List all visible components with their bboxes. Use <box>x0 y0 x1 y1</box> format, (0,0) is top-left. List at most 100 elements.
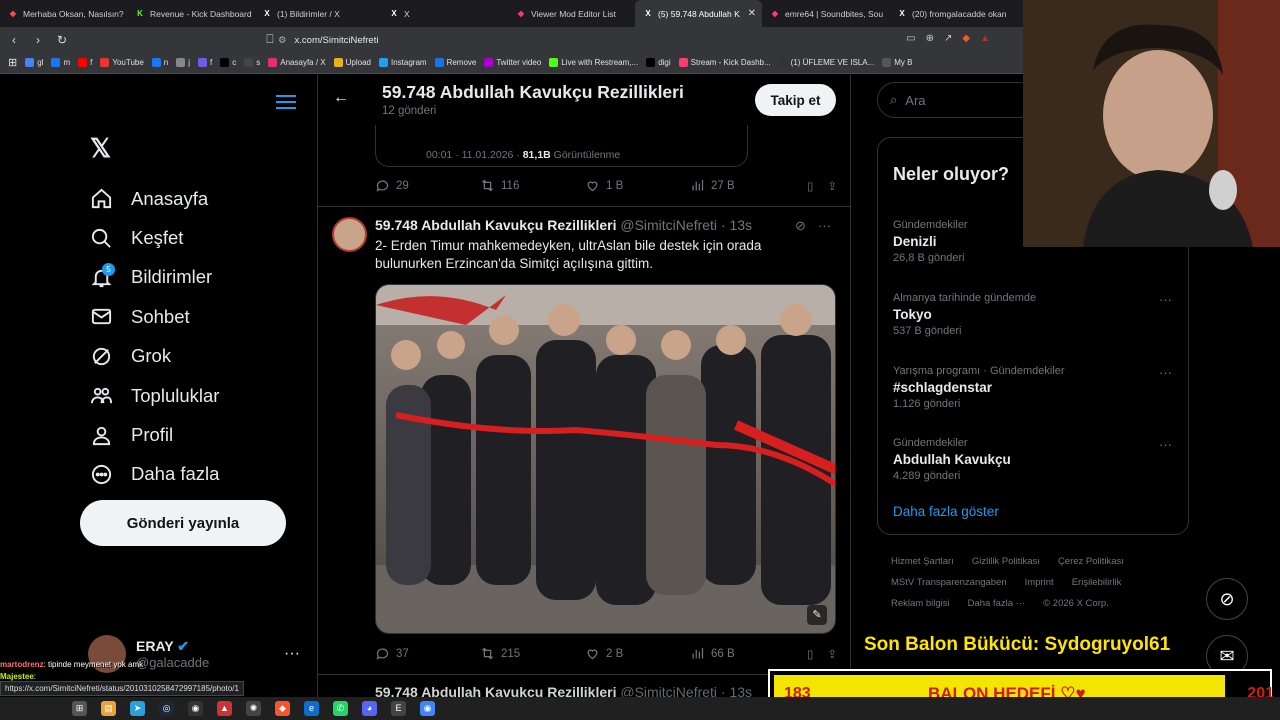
bookmark-item[interactable]: Anasayfa / X <box>268 58 326 67</box>
files-icon[interactable]: ▤ <box>101 701 116 716</box>
browser-tab[interactable]: X (5) 59.748 Abdullah K ✕ <box>635 0 762 27</box>
bookmark-item[interactable]: m <box>51 58 70 67</box>
red-app-icon[interactable]: ▲ <box>217 701 232 716</box>
reply-button[interactable]: 37 <box>375 646 480 661</box>
obs-icon[interactable]: ◉ <box>188 701 203 716</box>
bookmark-icon[interactable]: ⎕ <box>260 32 280 47</box>
footer-link[interactable]: Çerez Politikası <box>1058 556 1124 567</box>
footer-link[interactable]: Daha fazla ··· <box>968 598 1026 609</box>
brave-icon[interactable]: ◆ <box>275 701 290 716</box>
tweet-avatar[interactable] <box>332 217 367 252</box>
footer-link[interactable]: Gizlilik Politikası <box>972 556 1040 567</box>
site-info-icon[interactable]: ⚙ <box>278 35 287 46</box>
bookmark-item[interactable]: YouTube <box>100 58 144 67</box>
browser-tab[interactable]: ◆ Merhaba Oksan, Nasılsın? <box>0 0 127 27</box>
browser-tab[interactable]: X (20) fromgalacadde okan <box>889 0 1016 27</box>
x-logo-icon[interactable]: 𝕏 <box>90 133 111 164</box>
sidebar-item-topluluklar[interactable]: Topluluklar <box>90 376 219 415</box>
show-more-link[interactable]: Daha fazla göster <box>893 504 999 519</box>
repost-button[interactable]: 215 <box>480 646 585 661</box>
sidebar-item-anasayfa[interactable]: Anasayfa <box>90 179 219 218</box>
footer-link[interactable]: Reklam bilgisi <box>891 598 950 609</box>
trend-more-icon[interactable]: ··· <box>1159 437 1172 452</box>
sidebar-item-dahafazla[interactable]: Daha fazla <box>90 455 219 494</box>
bookmark-item[interactable]: gl <box>25 58 43 67</box>
repost-button[interactable]: 116 <box>480 178 585 193</box>
menu-hamburger-icon[interactable] <box>276 95 296 113</box>
cast-icon[interactable]: ▭ <box>906 33 915 44</box>
apps-grid-icon[interactable]: ⊞ <box>8 56 17 69</box>
previous-media-card[interactable]: 00:01 · 11.01.2026 · 81,1B Görüntülenme <box>375 125 748 167</box>
telegram-icon[interactable]: ➤ <box>130 701 145 716</box>
bookmark-item[interactable]: s <box>244 58 260 67</box>
grok-float-icon[interactable]: ⊘ <box>1206 578 1248 620</box>
trend-item[interactable]: Almanya tarihinde gündemde Tokyo 537 B gön… <box>893 292 1178 337</box>
sidebar-item-profil[interactable]: Profil <box>90 415 219 454</box>
trend-item[interactable]: Gündemdekiler Abdullah Kavukçu 4.289 gönde… <box>893 437 1178 482</box>
steam-icon[interactable]: ◎ <box>159 701 174 716</box>
account-more-icon[interactable]: ··· <box>284 645 300 663</box>
url-field[interactable]: ⚙ x.com/SimitciNefreti <box>278 31 998 49</box>
bookmark-item[interactable]: Live with Restream,... <box>549 58 638 67</box>
sidebar-item-bildirimler[interactable]: 5 Bildirimler <box>90 258 219 297</box>
search-input[interactable]: ⌕ Ara <box>877 82 1037 118</box>
like-button[interactable]: 1 B <box>585 178 690 193</box>
post-button[interactable]: Gönderi yayınla <box>80 500 286 546</box>
tweet-more-icon[interactable]: ··· <box>818 218 831 234</box>
sidebar-item-sohbet[interactable]: Sohbet <box>90 297 219 336</box>
whatsapp-icon[interactable]: ✆ <box>333 701 348 716</box>
browser-tab[interactable]: X (1) Bildirimler / X <box>254 0 381 27</box>
browser-tab[interactable]: XX <box>381 0 508 27</box>
reload-icon[interactable]: ↻ <box>52 33 72 47</box>
bookmark-item[interactable]: Upload <box>333 58 371 67</box>
tweet-author[interactable]: 59.748 Abdullah Kavukçu Rezillikleri @Si… <box>375 217 752 233</box>
brave-shield-icon[interactable]: ◆ <box>962 33 970 44</box>
share-tweet-icon[interactable]: ⇪ <box>827 647 837 661</box>
browser-tab[interactable]: K Revenue - Kick Dashboard <box>127 0 254 27</box>
bookmark-item[interactable]: Twitter video <box>484 58 541 67</box>
browser-tab[interactable]: ◆ emre64 | Soundbites, Sou <box>762 0 889 27</box>
bookmark-item[interactable]: c <box>220 58 236 67</box>
bookmark-item[interactable]: Remove <box>434 58 476 67</box>
footer-link[interactable]: Hizmet Şartları <box>891 556 954 567</box>
bookmark-item[interactable]: (1) ÜFLEME VE ISLA... <box>778 58 874 67</box>
sidebar-item-grok[interactable]: Grok <box>90 337 219 376</box>
like-button[interactable]: 2 B <box>585 646 690 661</box>
start-icon[interactable]: ⊞ <box>72 701 87 716</box>
bookmark-item[interactable]: n <box>151 58 168 67</box>
bookmark-item[interactable]: f <box>78 58 92 67</box>
tweet-photo[interactable]: ✎ <box>375 284 836 634</box>
share-tweet-icon[interactable]: ⇪ <box>827 179 837 193</box>
reply-button[interactable]: 29 <box>375 178 480 193</box>
footer-link[interactable]: © 2026 X Corp. <box>1043 598 1109 609</box>
discord-icon[interactable]: ◕ <box>362 701 377 716</box>
back-nav-icon[interactable]: ‹ <box>4 33 24 47</box>
bookmark-item[interactable]: digi <box>646 58 671 67</box>
forward-nav-icon[interactable]: › <box>28 33 48 47</box>
back-arrow-icon[interactable]: ← <box>333 89 349 107</box>
bookmark-item[interactable]: Instagram <box>378 58 427 67</box>
grok-explain-icon[interactable]: ⊘ <box>795 218 806 234</box>
trend-item[interactable]: Yarışma programı · Gündemdekiler #schlagd… <box>893 365 1178 410</box>
trend-more-icon[interactable]: ··· <box>1159 365 1172 380</box>
bookmark-item[interactable]: Stream - Kick Dashb... <box>678 58 771 67</box>
trend-more-icon[interactable]: ··· <box>1159 292 1172 307</box>
chrome-icon[interactable]: ◉ <box>420 701 435 716</box>
views-button[interactable]: 66 B <box>690 646 795 661</box>
footer-link[interactable]: Imprint <box>1025 577 1054 588</box>
bookmark-tweet-icon[interactable]: ▯ <box>807 179 813 193</box>
browser-tab[interactable]: ◆ Viewer Mod Editor List <box>508 0 635 27</box>
bookmark-item[interactable]: f <box>198 58 212 67</box>
epic-icon[interactable]: E <box>391 701 406 716</box>
photo-edit-icon[interactable]: ✎ <box>807 605 827 625</box>
zoom-icon[interactable]: ⊕ <box>926 33 934 44</box>
bookmark-item[interactable]: My B <box>882 58 912 67</box>
sidebar-item-keşfet[interactable]: Keşfet <box>90 218 219 257</box>
share-icon[interactable]: ↗ <box>944 33 952 44</box>
bookmark-item[interactable]: j <box>176 58 190 67</box>
bookmark-tweet-icon[interactable]: ▯ <box>807 647 813 661</box>
brave-rewards-icon[interactable]: ▲ <box>980 33 990 44</box>
chatgpt-icon[interactable]: ✺ <box>246 701 261 716</box>
footer-link[interactable]: MStV Transparenzangaben <box>891 577 1007 588</box>
follow-button[interactable]: Takip et <box>755 84 836 116</box>
